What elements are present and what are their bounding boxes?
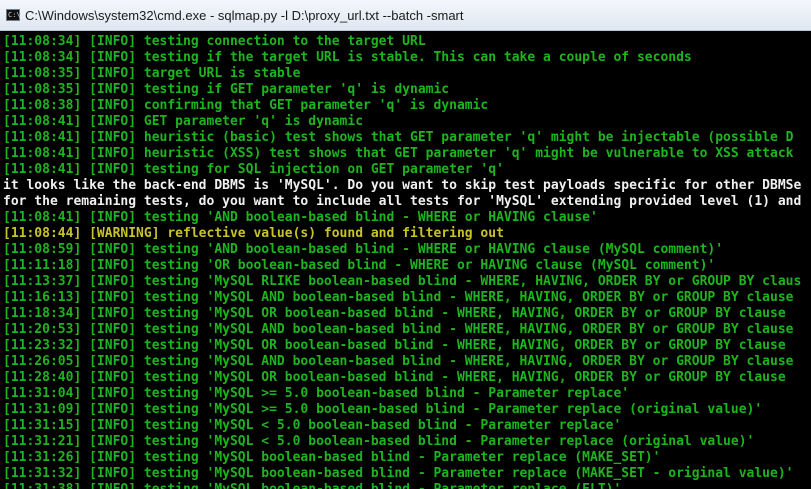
info-line: [11:31:09] [INFO] testing 'MySQL >= 5.0 …	[3, 402, 763, 417]
console-output[interactable]: [11:08:34] [INFO] testing connection to …	[0, 31, 811, 489]
info-line: [11:31:38] [INFO] testing 'MySQL boolean…	[3, 482, 811, 489]
info-line: [11:08:41] [INFO] heuristic (XSS) test s…	[3, 146, 794, 161]
info-line: [11:08:34] [INFO] testing if the target …	[3, 50, 692, 65]
info-line: [11:18:34] [INFO] testing 'MySQL OR bool…	[3, 306, 786, 321]
console-lines: [11:08:34] [INFO] testing connection to …	[3, 34, 811, 489]
info-line: [11:08:41] [INFO] GET parameter 'q' is d…	[3, 114, 364, 129]
info-line: [11:28:40] [INFO] testing 'MySQL OR bool…	[3, 370, 786, 385]
info-line: [11:26:05] [INFO] testing 'MySQL AND boo…	[3, 354, 794, 369]
info-line: [11:31:21] [INFO] testing 'MySQL < 5.0 b…	[3, 434, 755, 449]
info-line: [11:08:35] [INFO] testing if GET paramet…	[3, 82, 450, 97]
prompt-line: for the remaining tests, do you want to …	[3, 194, 802, 209]
window-title: C:\Windows\system32\cmd.exe - sqlmap.py …	[25, 8, 464, 23]
info-line: [11:08:41] [INFO] testing for SQL inject…	[3, 162, 504, 177]
info-line: [11:08:59] [INFO] testing 'AND boolean-b…	[3, 242, 724, 257]
warning-line: [11:08:44] [WARNING] reflective value(s)…	[3, 226, 504, 241]
info-line: [11:31:04] [INFO] testing 'MySQL >= 5.0 …	[3, 386, 630, 401]
info-line: [11:08:34] [INFO] testing connection to …	[3, 34, 426, 49]
info-line: [11:13:37] [INFO] testing 'MySQL RLIKE b…	[3, 274, 802, 289]
info-line: [11:31:15] [INFO] testing 'MySQL < 5.0 b…	[3, 418, 622, 433]
info-line: [11:08:41] [INFO] heuristic (basic) test…	[3, 130, 794, 145]
info-line: [11:08:35] [INFO] target URL is stable	[3, 66, 301, 81]
info-line: [11:08:38] [INFO] confirming that GET pa…	[3, 98, 489, 113]
info-line: [11:11:18] [INFO] testing 'OR boolean-ba…	[3, 258, 716, 273]
cmd-icon[interactable]: C:\	[6, 9, 21, 21]
info-line: [11:31:32] [INFO] testing 'MySQL boolean…	[3, 466, 794, 481]
info-line: [11:31:26] [INFO] testing 'MySQL boolean…	[3, 450, 661, 465]
prompt-line: it looks like the back-end DBMS is 'MySQ…	[3, 178, 802, 193]
info-line: [11:08:41] [INFO] testing 'AND boolean-b…	[3, 210, 598, 225]
window-title-bar[interactable]: C:\ C:\Windows\system32\cmd.exe - sqlmap…	[0, 0, 811, 31]
info-line: [11:16:13] [INFO] testing 'MySQL AND boo…	[3, 290, 794, 305]
info-line: [11:20:53] [INFO] testing 'MySQL AND boo…	[3, 322, 794, 337]
info-line: [11:23:32] [INFO] testing 'MySQL OR bool…	[3, 338, 786, 353]
cmd-window: C:\ C:\Windows\system32\cmd.exe - sqlmap…	[0, 0, 811, 489]
